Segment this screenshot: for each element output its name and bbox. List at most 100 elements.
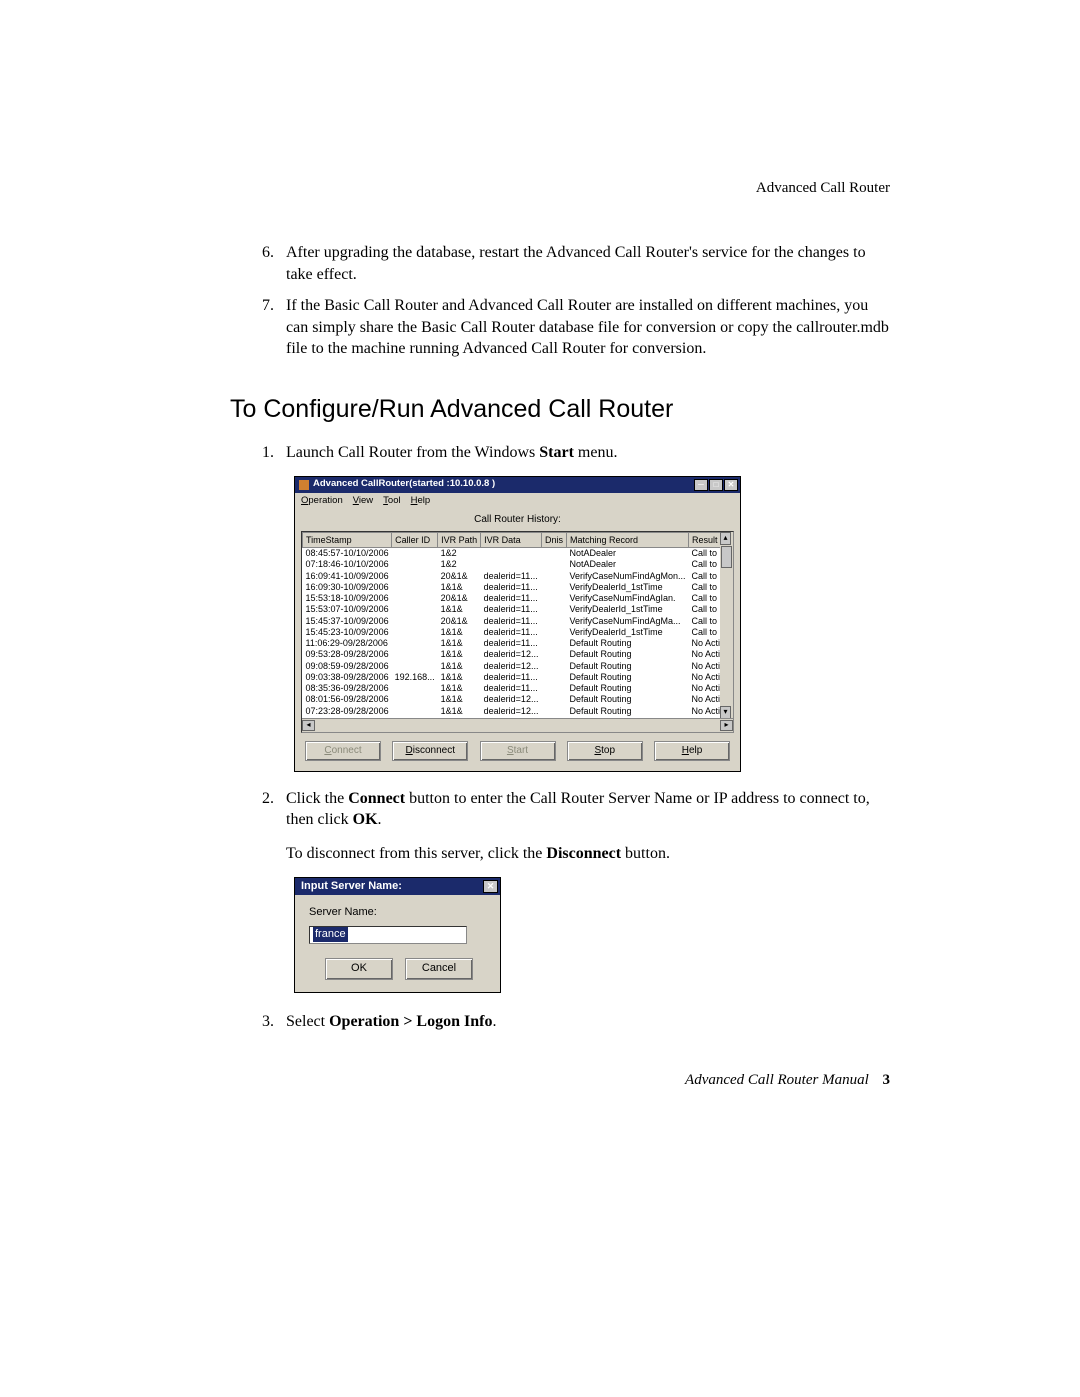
table-row[interactable]: 09:03:38-09/28/2006192.168...1&1&dealeri… <box>303 672 735 683</box>
table-row[interactable]: 15:45:37-10/09/200620&1&dealerid=11...Ve… <box>303 616 735 627</box>
window-title: Advanced CallRouter(started :10.10.0.8 ) <box>313 478 694 491</box>
table-cell: Default Routing <box>566 672 688 683</box>
table-cell <box>392 582 438 593</box>
table-cell: Default Routing <box>566 694 688 705</box>
table-cell <box>392 604 438 615</box>
table-cell: 16:09:30-10/09/2006 <box>303 582 392 593</box>
cancel-button[interactable]: Cancel <box>405 958 473 980</box>
table-cell: 09:53:28-09/28/2006 <box>303 649 392 660</box>
table-row[interactable]: 11:06:29-09/28/20061&1&dealerid=11...Def… <box>303 638 735 649</box>
text: . <box>378 811 382 828</box>
table-row[interactable]: 07:23:28-09/28/20061&1&dealerid=12...Def… <box>303 706 735 717</box>
stop-button[interactable]: Stop <box>567 741 643 761</box>
table-cell: 1&1& <box>438 638 481 649</box>
table-cell: Default Routing <box>566 638 688 649</box>
table-cell: 11:06:29-09/28/2006 <box>303 638 392 649</box>
disconnect-button[interactable]: Disconnect <box>392 741 468 761</box>
section-title: To Configure/Run Advanced Call Router <box>230 395 890 424</box>
table-cell <box>541 638 566 649</box>
table-cell: dealerid=12... <box>481 706 542 717</box>
menu-help[interactable]: Help <box>411 495 431 508</box>
table-cell: 1&1& <box>438 683 481 694</box>
table-cell: 1&1& <box>438 627 481 638</box>
column-header[interactable]: IVR Path <box>438 532 481 547</box>
table-cell: Default Routing <box>566 649 688 660</box>
text-bold: OK <box>353 811 378 828</box>
table-row[interactable]: 09:08:59-09/28/20061&1&dealerid=12...Def… <box>303 661 735 672</box>
minimize-button[interactable]: ─ <box>694 479 708 491</box>
table-cell: 16:09:41-10/09/2006 <box>303 571 392 582</box>
menu-operation[interactable]: Operation <box>301 495 343 508</box>
connect-button[interactable]: Connect <box>305 741 381 761</box>
column-header[interactable]: TimeStamp <box>303 532 392 547</box>
table-row[interactable]: 08:01:56-09/28/20061&1&dealerid=12...Def… <box>303 694 735 705</box>
text: . <box>492 1013 496 1030</box>
table-cell <box>541 571 566 582</box>
table-row[interactable]: 09:53:28-09/28/20061&1&dealerid=12...Def… <box>303 649 735 660</box>
table-cell: 15:45:23-10/09/2006 <box>303 627 392 638</box>
text: To disconnect from this server, click th… <box>286 845 546 862</box>
table-row[interactable]: 16:09:30-10/09/20061&1&dealerid=11...Ver… <box>303 582 735 593</box>
list-item: Launch Call Router from the Windows Star… <box>278 442 890 772</box>
table-cell: 08:01:56-09/28/2006 <box>303 694 392 705</box>
table-cell: 08:45:57-10/10/2006 <box>303 548 392 560</box>
column-header[interactable]: Caller ID <box>392 532 438 547</box>
table-cell: 20&1& <box>438 593 481 604</box>
table-row[interactable]: 15:53:18-10/09/200620&1&dealerid=11...Ve… <box>303 593 735 604</box>
table-cell <box>392 548 438 560</box>
titlebar[interactable]: Advanced CallRouter(started :10.10.0.8 )… <box>295 477 740 493</box>
scroll-left-icon[interactable]: ◂ <box>302 720 315 731</box>
advanced-callrouter-window: Advanced CallRouter(started :10.10.0.8 )… <box>294 476 741 772</box>
table-row[interactable]: 15:45:23-10/09/20061&1&dealerid=11...Ver… <box>303 627 735 638</box>
table-cell: 15:53:18-10/09/2006 <box>303 593 392 604</box>
table-cell <box>392 559 438 570</box>
table-cell: VerifyCaseNumFindAgMa... <box>566 616 688 627</box>
history-grid[interactable]: TimeStampCaller IDIVR PathIVR DataDnisMa… <box>301 531 734 733</box>
scroll-up-icon[interactable]: ▴ <box>720 532 731 545</box>
scroll-thumb[interactable] <box>721 546 732 568</box>
table-row[interactable]: 08:35:36-09/28/20061&1&dealerid=11...Def… <box>303 683 735 694</box>
column-header[interactable]: Matching Record <box>566 532 688 547</box>
column-header[interactable]: Dnis <box>541 532 566 547</box>
ok-button[interactable]: OK <box>325 958 393 980</box>
menu-tool[interactable]: Tool <box>383 495 400 508</box>
table-cell: 20&1& <box>438 571 481 582</box>
close-button[interactable]: ✕ <box>724 479 738 491</box>
table-cell: 1&1& <box>438 706 481 717</box>
table-cell: 1&2 <box>438 559 481 570</box>
column-header[interactable]: IVR Data <box>481 532 542 547</box>
text: Click the <box>286 790 348 807</box>
table-cell <box>392 571 438 582</box>
table-row[interactable]: 15:53:07-10/09/20061&1&dealerid=11...Ver… <box>303 604 735 615</box>
list-item: If the Basic Call Router and Advanced Ca… <box>278 295 890 360</box>
scroll-right-icon[interactable]: ▸ <box>720 720 733 731</box>
table-cell <box>481 548 542 560</box>
help-button[interactable]: Help <box>654 741 730 761</box>
table-cell <box>541 706 566 717</box>
table-cell: Default Routing <box>566 661 688 672</box>
vertical-scrollbar[interactable]: ▴ ▾ <box>720 532 733 719</box>
table-cell <box>541 616 566 627</box>
start-button[interactable]: Start <box>480 741 556 761</box>
table-row[interactable]: 16:09:41-10/09/200620&1&dealerid=11...Ve… <box>303 571 735 582</box>
maximize-button[interactable]: □ <box>709 479 723 491</box>
server-name-input[interactable]: france <box>309 926 467 944</box>
table-row[interactable]: 07:18:46-10/10/20061&2NotADealerCall to … <box>303 559 735 570</box>
list-item: Click the Connect button to enter the Ca… <box>278 788 890 993</box>
table-cell: dealerid=11... <box>481 571 542 582</box>
table-cell: 07:18:46-10/10/2006 <box>303 559 392 570</box>
table-cell: 1&1& <box>438 672 481 683</box>
text-bold: Operation > Logon Info <box>329 1013 492 1030</box>
menubar: Operation View Tool Help <box>295 493 740 510</box>
titlebar[interactable]: Input Server Name: ✕ <box>295 878 500 895</box>
menu-view[interactable]: View <box>353 495 373 508</box>
footer-text: Advanced Call Router Manual <box>685 1072 869 1088</box>
close-button[interactable]: ✕ <box>483 880 498 893</box>
table-row[interactable]: 08:45:57-10/10/20061&2NotADealerCall to … <box>303 548 735 560</box>
table-cell <box>541 627 566 638</box>
table-cell: dealerid=11... <box>481 616 542 627</box>
horizontal-scrollbar[interactable]: ◂ ▸ <box>302 718 733 732</box>
text-bold: Start <box>539 444 574 461</box>
upgrade-list: After upgrading the database, restart th… <box>230 242 890 360</box>
input-value: france <box>313 927 348 942</box>
